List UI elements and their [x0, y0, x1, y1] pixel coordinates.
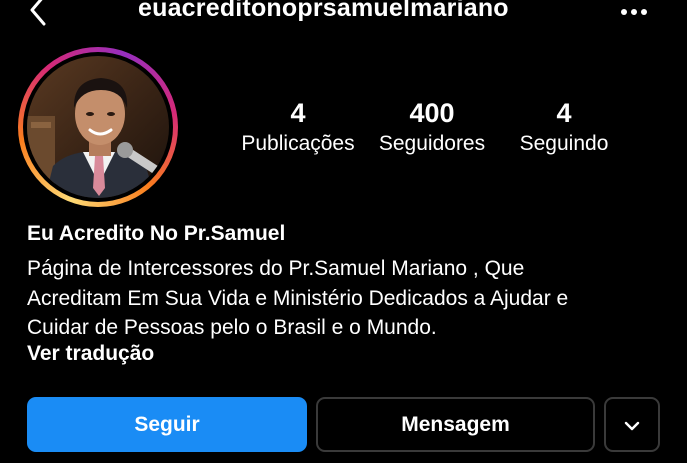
message-button[interactable]: Mensagem: [316, 397, 595, 452]
message-button-label: Mensagem: [401, 412, 510, 436]
profile-photo-icon: [27, 56, 169, 198]
back-chevron-icon[interactable]: [24, 0, 54, 28]
following-count: 4: [556, 98, 572, 128]
chevron-down-icon: [624, 413, 640, 437]
posts-label: Publicações: [241, 132, 355, 155]
following-label: Seguindo: [519, 132, 609, 155]
follow-button[interactable]: Seguir: [27, 397, 307, 452]
posts-count: 4: [290, 98, 306, 128]
follow-button-label: Seguir: [134, 412, 200, 436]
avatar[interactable]: [27, 56, 169, 198]
profile-bio: Página de Intercessores do Pr.Samuel Mar…: [27, 257, 569, 339]
more-options-icon[interactable]: [618, 2, 654, 18]
avatar-frame: [23, 52, 173, 202]
suggested-accounts-button[interactable]: [604, 397, 660, 452]
story-ring[interactable]: [18, 47, 178, 207]
stat-posts[interactable]: 4 Publicações: [233, 98, 363, 158]
stat-followers[interactable]: 400 Seguidores: [367, 98, 497, 158]
top-bar: euacreditonoprsamuelmariano: [0, 0, 687, 30]
profile-name: Eu Acredito No Pr.Samuel: [27, 222, 286, 245]
stat-following[interactable]: 4 Seguindo: [499, 98, 629, 158]
see-translation-link[interactable]: Ver tradução: [27, 342, 154, 366]
profile-username: euacreditonoprsamuelmariano: [138, 0, 509, 22]
followers-label: Seguidores: [378, 132, 486, 155]
followers-count: 400: [409, 98, 455, 128]
